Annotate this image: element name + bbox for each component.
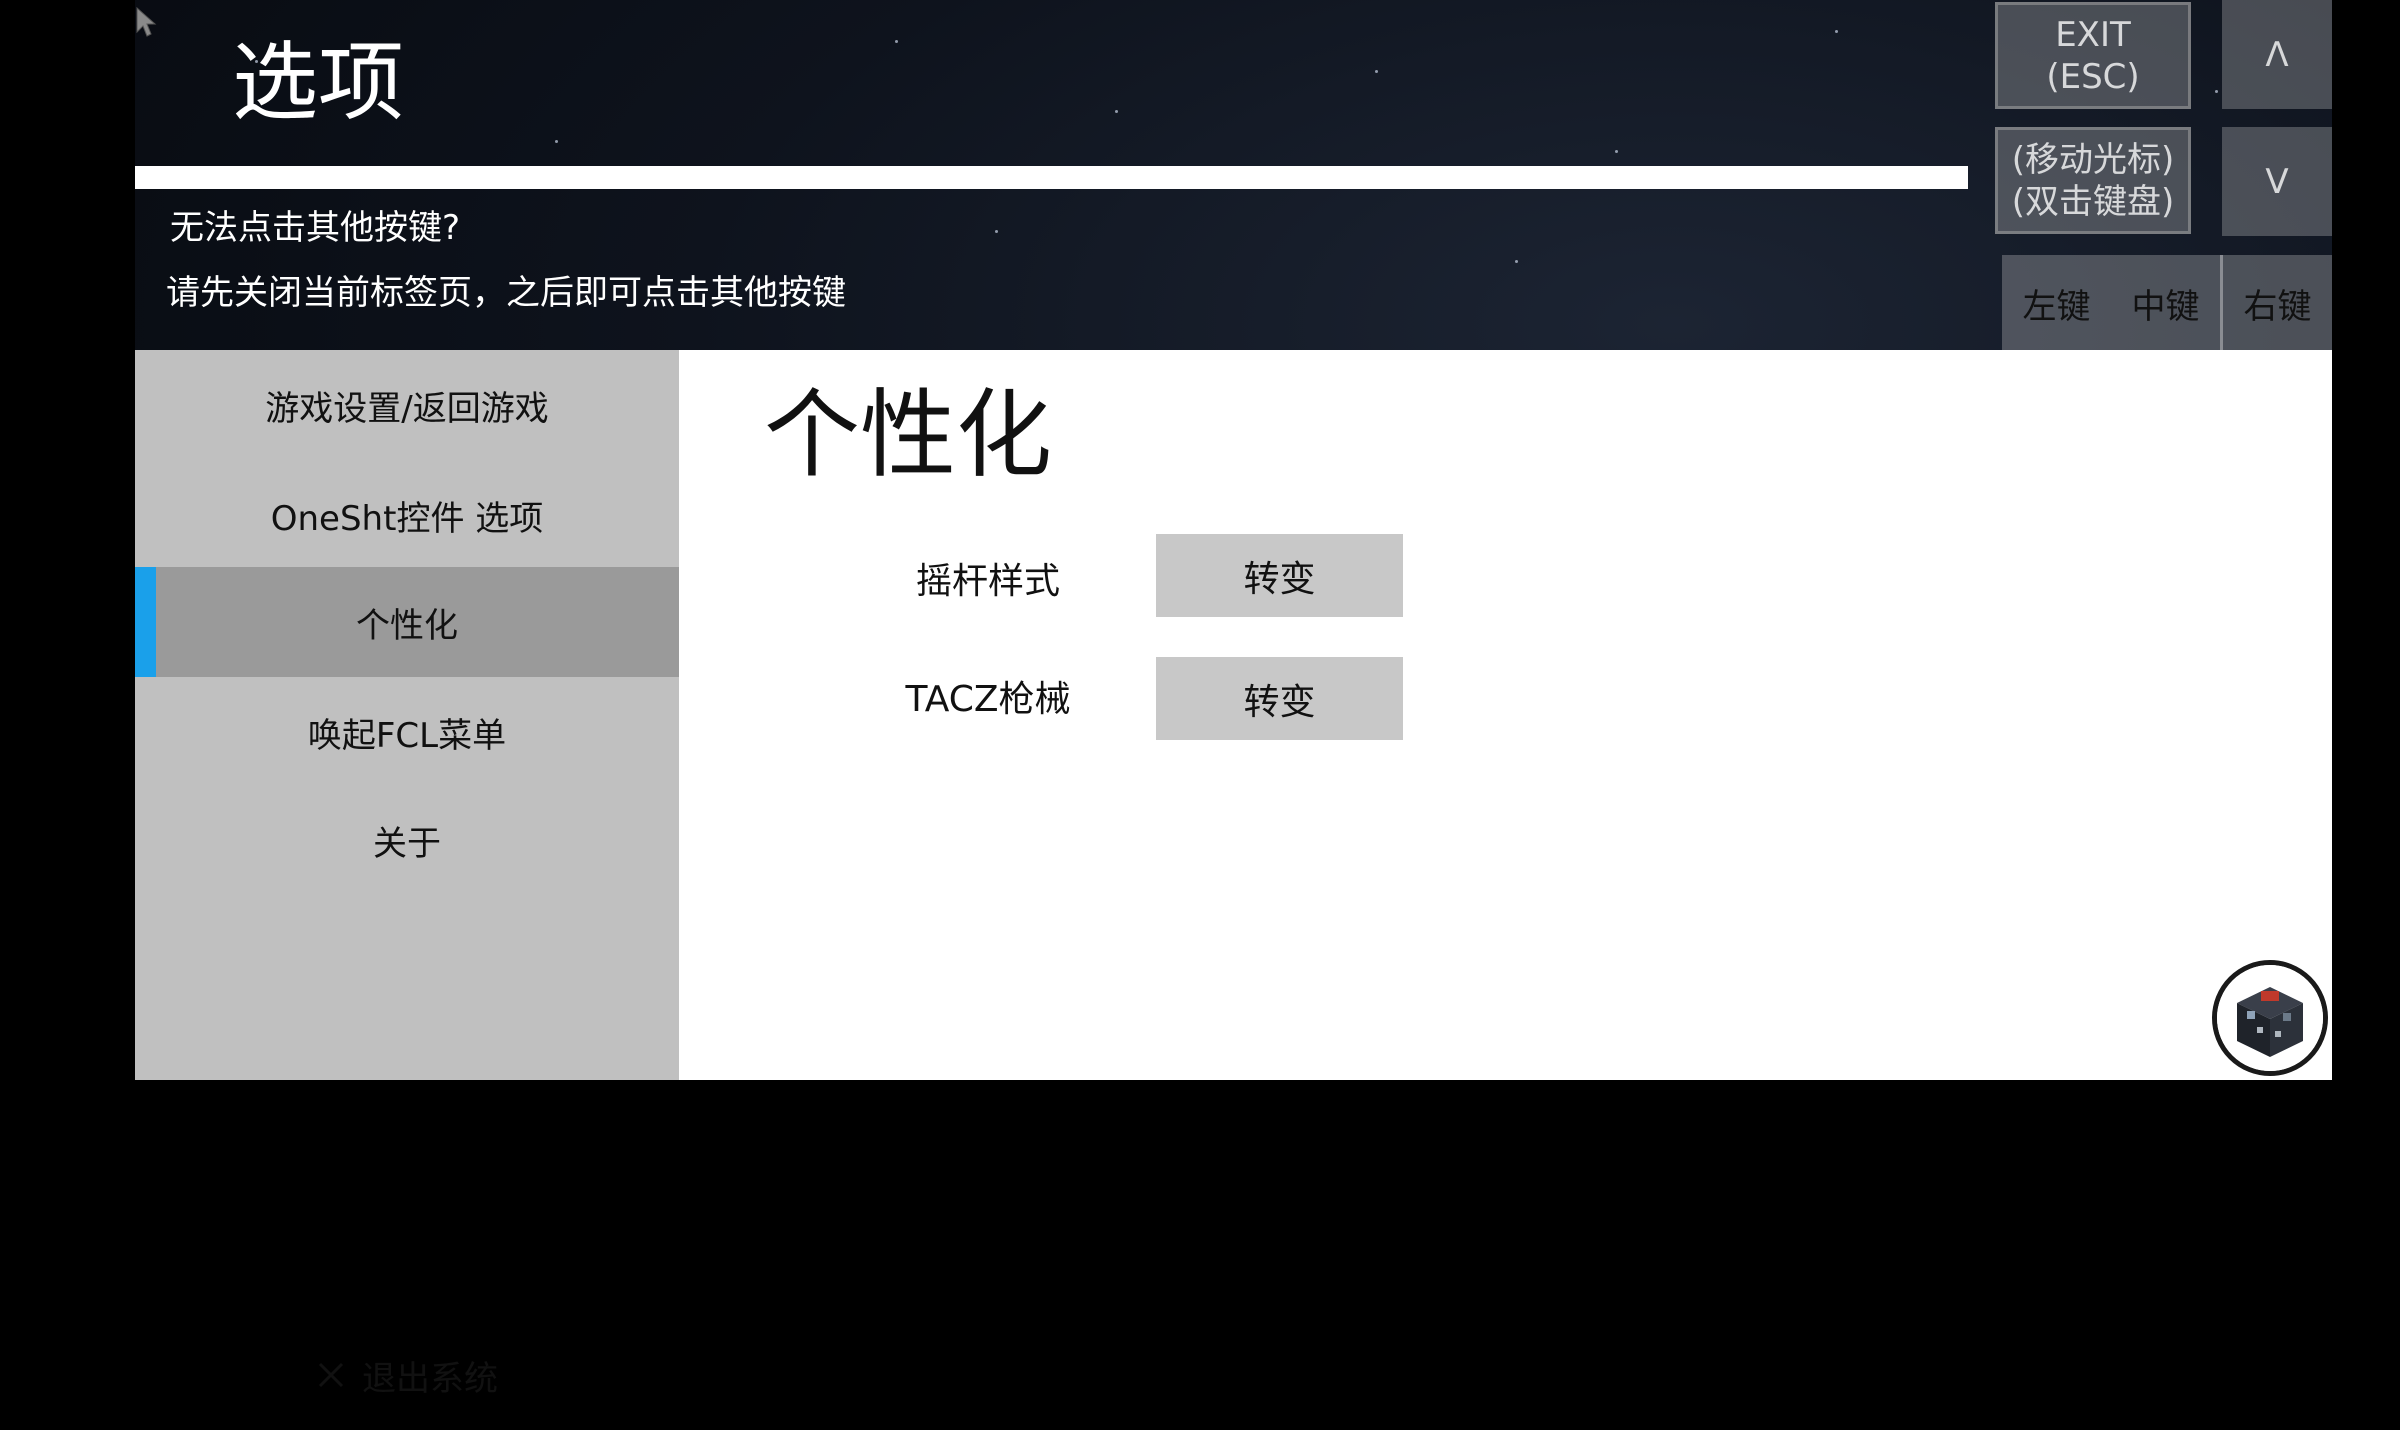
sidebar-item-label: OneSht控件 选项 bbox=[270, 498, 544, 539]
exit-system-button[interactable]: 退出系统 bbox=[135, 1320, 679, 1430]
hint-answer: 请先关闭当前标签页，之后即可点击其他按键 bbox=[166, 273, 846, 313]
sidebar-item-label: 个性化 bbox=[356, 605, 458, 646]
hint-question: 无法点击其他按键? bbox=[170, 208, 461, 248]
title-underline-bar bbox=[135, 166, 1968, 189]
cursor-arrow-icon bbox=[136, 6, 157, 37]
sidebar-item-personalization[interactable]: 个性化 bbox=[135, 567, 679, 677]
joystick-style-toggle-button[interactable]: 转变 bbox=[1156, 534, 1403, 617]
left-click-button[interactable]: 左键 bbox=[2002, 255, 2111, 351]
sidebar-item-onesht-controls[interactable]: OneSht控件 选项 bbox=[135, 460, 679, 570]
sidebar: 游戏设置/返回游戏 OneSht控件 选项 个性化 唤起FCL菜单 关于 退出系… bbox=[135, 350, 679, 1399]
fcl-launcher-icon[interactable] bbox=[2212, 960, 2328, 1076]
sidebar-item-label: 唤起FCL菜单 bbox=[307, 715, 507, 756]
close-icon bbox=[318, 1362, 344, 1388]
sidebar-item-label: 关于 bbox=[373, 823, 441, 864]
mouse-button-bar: 左键 中键 右键 bbox=[2002, 255, 2332, 351]
exit-esc-button[interactable]: EXIT (ESC) bbox=[1995, 2, 2191, 109]
joystick-style-label: 摇杆样式 bbox=[915, 561, 1060, 602]
page-title: 选项 bbox=[232, 33, 404, 133]
scroll-up-button[interactable]: Λ bbox=[2222, 0, 2332, 109]
tacz-guns-label: TACZ枪械 bbox=[905, 679, 1071, 720]
sidebar-item-about[interactable]: 关于 bbox=[135, 785, 679, 895]
sidebar-item-game-settings[interactable]: 游戏设置/返回游戏 bbox=[135, 350, 679, 460]
tacz-guns-toggle-button[interactable]: 转变 bbox=[1156, 657, 1403, 740]
active-indicator bbox=[135, 567, 156, 677]
right-click-button[interactable]: 右键 bbox=[2220, 255, 2332, 351]
scroll-down-button[interactable]: V bbox=[2222, 127, 2332, 236]
section-title: 个性化 bbox=[764, 379, 1052, 491]
cursor-mode-button[interactable]: (移动光标) (双击键盘) bbox=[1995, 127, 2191, 234]
exit-system-label: 退出系统 bbox=[362, 1358, 498, 1399]
sidebar-item-label: 游戏设置/返回游戏 bbox=[265, 388, 549, 429]
middle-click-button[interactable]: 中键 bbox=[2111, 255, 2220, 351]
sidebar-item-fcl-menu[interactable]: 唤起FCL菜单 bbox=[135, 677, 679, 787]
